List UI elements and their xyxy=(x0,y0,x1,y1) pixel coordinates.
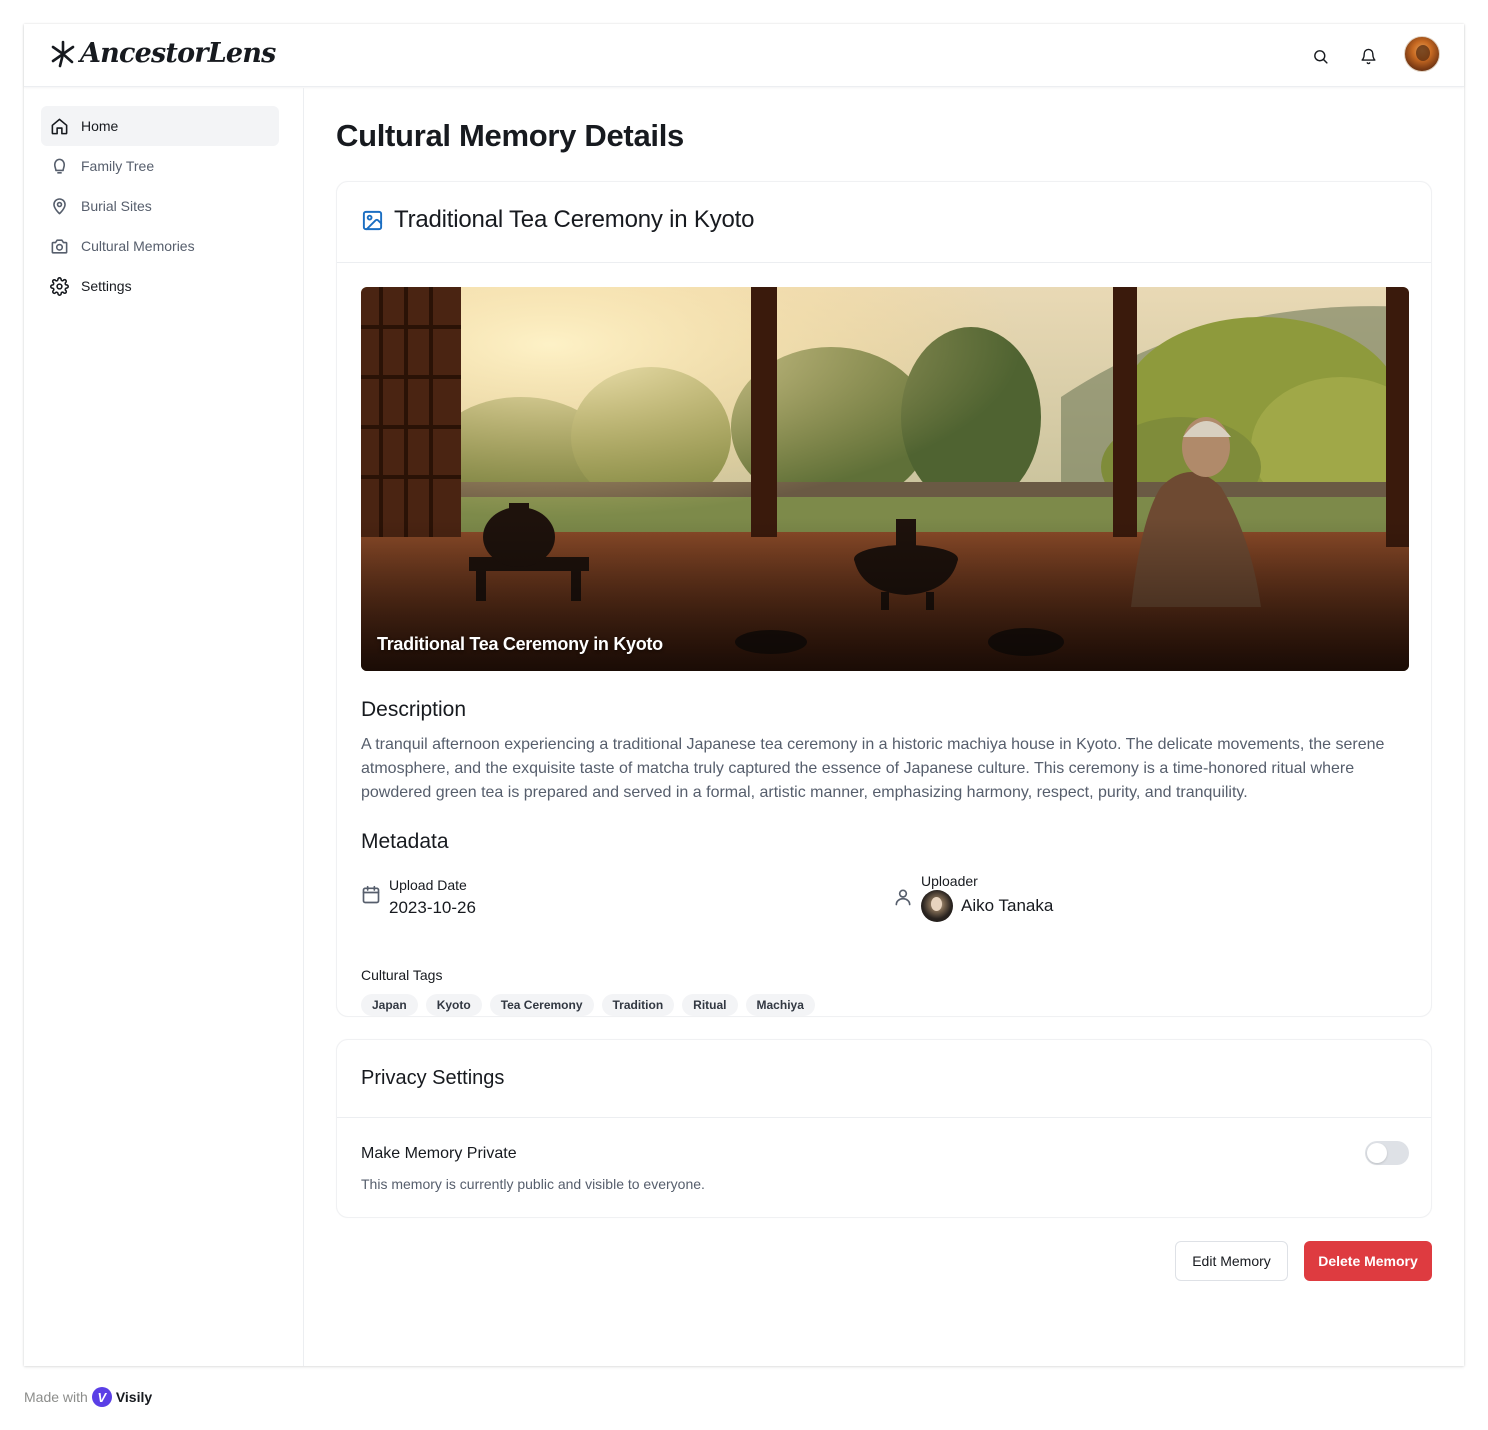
visily-brand: Visily xyxy=(115,1389,153,1405)
map-pin-icon xyxy=(53,197,66,214)
sidebar: Home Family Tree Burial Sites Cultural M… xyxy=(24,88,304,1366)
sidebar-item-cultural-memories[interactable]: Cultural Memories xyxy=(41,226,279,266)
made-with-text: Made with xyxy=(24,1389,88,1405)
tag-chip[interactable]: Tea Ceremony xyxy=(489,994,594,1016)
photo-illustration xyxy=(361,287,1409,671)
photo-caption: Traditional Tea Ceremony in Kyoto xyxy=(377,634,663,654)
uploader-block: Uploader Aiko Tanaka xyxy=(893,873,1053,922)
search-icon xyxy=(1313,49,1328,64)
bell-icon xyxy=(1360,48,1376,64)
page-title: Cultural Memory Details xyxy=(336,118,684,153)
sidebar-item-settings[interactable]: Settings xyxy=(41,266,279,306)
sidebar-item-label: Cultural Memories xyxy=(81,238,195,254)
toggle-knob xyxy=(1367,1143,1387,1163)
top-bar: AncestorLens xyxy=(24,24,1464,87)
memory-card: Traditional Tea Ceremony in Kyoto Tradit… xyxy=(336,181,1432,1017)
memory-photo[interactable]: Traditional Tea Ceremony in Kyoto xyxy=(361,287,1409,671)
tag-chip[interactable]: Ritual xyxy=(682,994,738,1016)
tree-icon xyxy=(53,158,66,174)
search-button[interactable] xyxy=(1308,44,1332,68)
upload-date-label: Upload Date xyxy=(389,877,467,893)
uploader-label: Uploader xyxy=(921,873,978,889)
user-avatar[interactable] xyxy=(1404,36,1440,72)
cultural-tags-label: Cultural Tags xyxy=(361,967,443,983)
description-text: A tranquil afternoon experiencing a trad… xyxy=(361,736,1385,801)
privacy-status-text: This memory is currently public and visi… xyxy=(361,1176,705,1192)
uploader-avatar[interactable] xyxy=(921,890,953,922)
made-with-footer[interactable]: Made with V Visily xyxy=(24,1387,152,1407)
cultural-tags-list: Japan Kyoto Tea Ceremony Tradition Ritua… xyxy=(361,994,815,1016)
tag-chip[interactable]: Japan xyxy=(361,994,418,1016)
app-window: AncestorLens Home Family Tree Burial Sit… xyxy=(24,24,1464,1366)
gear-icon xyxy=(50,276,69,296)
brand-name: AncestorLens xyxy=(80,38,276,69)
visily-logo-icon: V xyxy=(91,1387,112,1407)
home-icon xyxy=(51,118,68,134)
tag-chip[interactable]: Kyoto xyxy=(425,994,482,1016)
privacy-heading: Privacy Settings xyxy=(361,1067,505,1089)
memory-card-header: Traditional Tea Ceremony in Kyoto xyxy=(337,182,1431,263)
sidebar-item-burial-sites[interactable]: Burial Sites xyxy=(41,186,279,226)
privacy-card: Privacy Settings Make Memory Private Thi… xyxy=(336,1039,1432,1218)
notifications-button[interactable] xyxy=(1356,44,1380,68)
description-heading: Description xyxy=(361,698,467,721)
sidebar-item-family-tree[interactable]: Family Tree xyxy=(41,146,279,186)
user-icon xyxy=(895,889,911,906)
brand-logo[interactable]: AncestorLens xyxy=(50,38,276,69)
calendar-icon xyxy=(362,885,380,904)
tag-chip[interactable]: Machiya xyxy=(745,994,815,1016)
sidebar-item-label: Family Tree xyxy=(81,158,155,174)
sidebar-item-home[interactable]: Home xyxy=(41,106,279,146)
logo-icon xyxy=(51,40,75,67)
upload-date-value: 2023-10-26 xyxy=(389,898,476,917)
privacy-toggle-label: Make Memory Private xyxy=(361,1145,517,1162)
sidebar-item-label: Settings xyxy=(81,278,132,294)
private-toggle[interactable] xyxy=(1365,1141,1409,1165)
upload-date-block: Upload Date 2023-10-26 xyxy=(361,877,476,918)
sidebar-item-label: Home xyxy=(81,118,119,134)
camera-icon xyxy=(51,238,68,254)
image-icon xyxy=(362,210,383,230)
metadata-heading: Metadata xyxy=(361,830,449,853)
sidebar-item-label: Burial Sites xyxy=(81,198,152,214)
privacy-card-header: Privacy Settings xyxy=(337,1040,1431,1118)
edit-memory-button[interactable]: Edit Memory xyxy=(1175,1241,1288,1281)
delete-memory-button[interactable]: Delete Memory xyxy=(1304,1241,1432,1281)
memory-title: Traditional Tea Ceremony in Kyoto xyxy=(394,206,755,233)
uploader-name[interactable]: Aiko Tanaka xyxy=(961,896,1053,916)
tag-chip[interactable]: Tradition xyxy=(601,994,675,1016)
